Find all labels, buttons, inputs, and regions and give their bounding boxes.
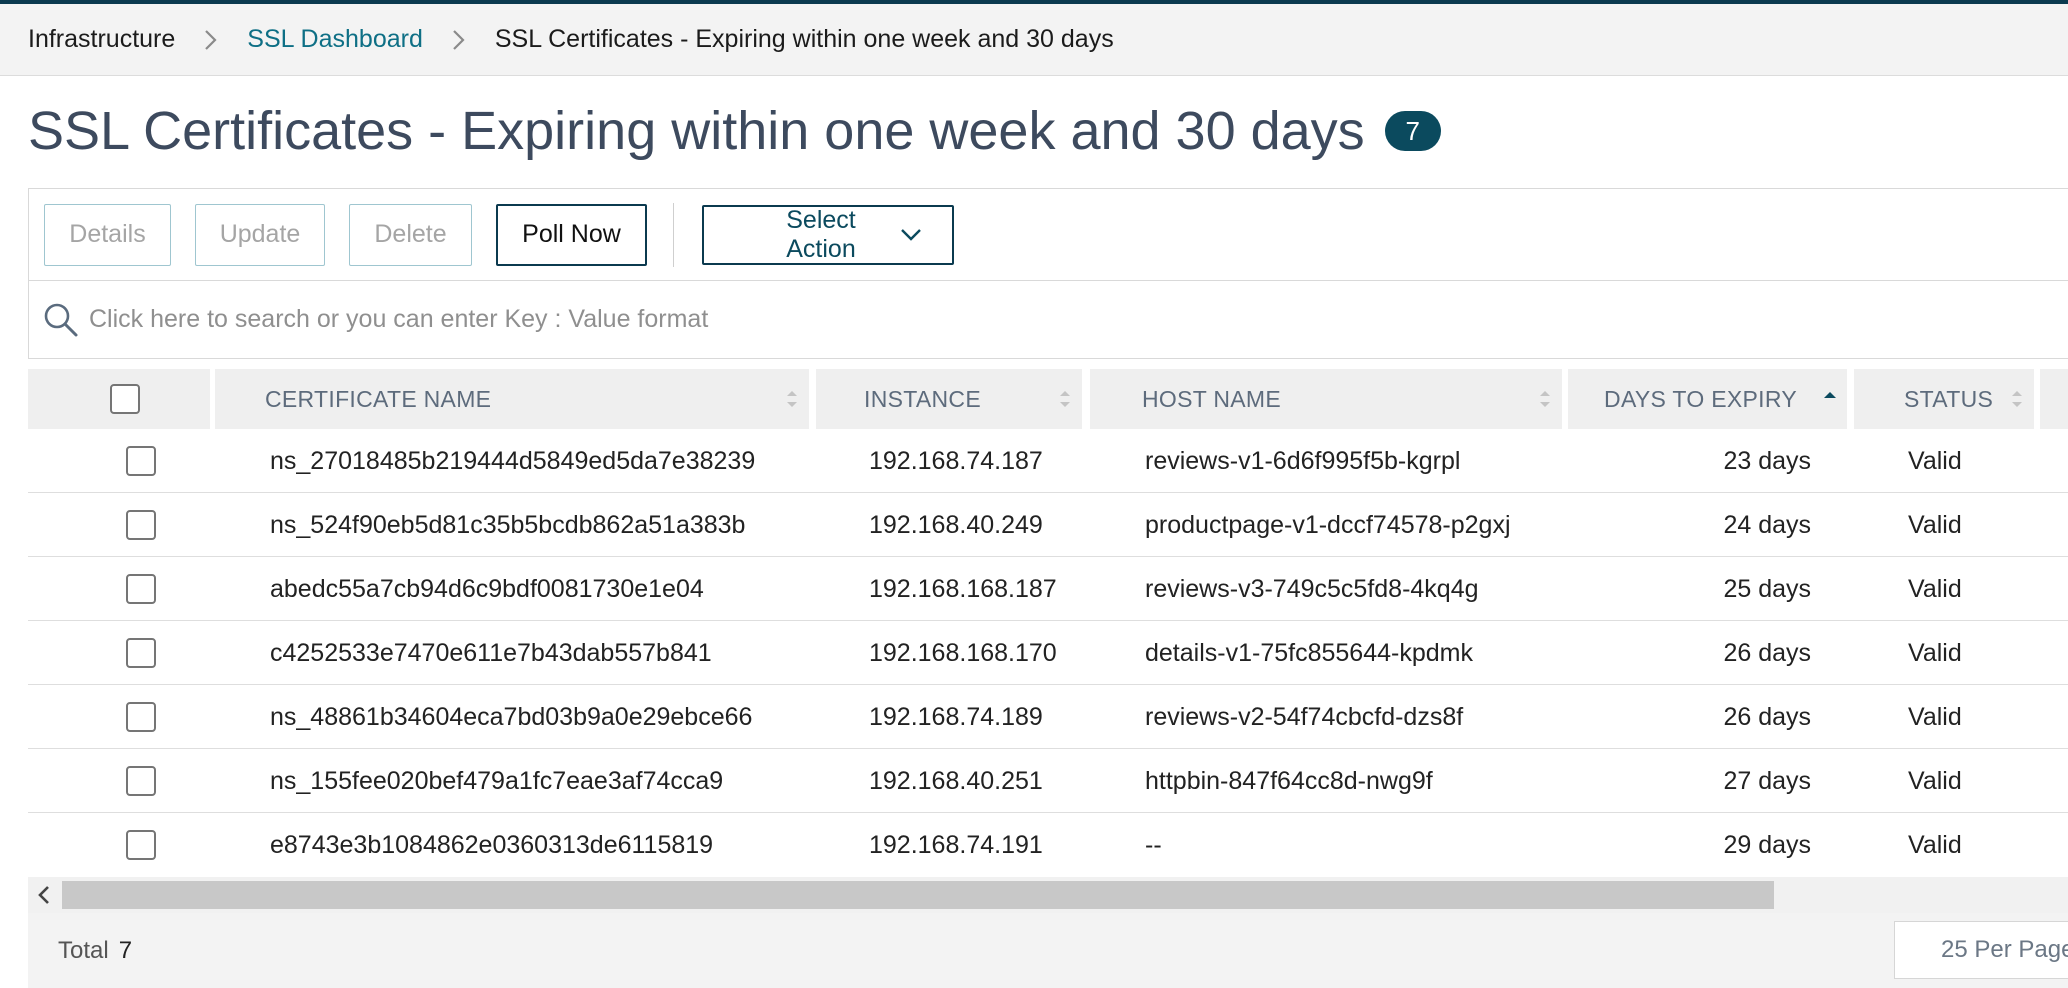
cell-days-to-expiry: 24 days xyxy=(1723,510,1811,539)
cell-instance: 192.168.40.249 xyxy=(869,510,1043,539)
toolbar: Details Update Delete Poll Now Select Ac… xyxy=(28,188,2068,281)
cell-status: Valid xyxy=(1908,766,1962,795)
col-header-host-name[interactable]: HOST NAME xyxy=(1090,369,1562,429)
breadcrumb-infrastructure[interactable]: Infrastructure xyxy=(28,25,175,54)
col-label-instance: INSTANCE xyxy=(864,385,981,412)
page-title-row: SSL Certificates - Expiring within one w… xyxy=(28,96,1441,166)
chevron-right-icon xyxy=(445,26,473,54)
row-checkbox[interactable] xyxy=(126,638,156,668)
horizontal-scrollbar[interactable] xyxy=(28,877,2068,913)
cell-status: Valid xyxy=(1908,830,1962,859)
breadcrumb-ssl-dashboard[interactable]: SSL Dashboard xyxy=(247,25,423,54)
sort-ascending-icon xyxy=(1823,387,1837,411)
cell-instance: 192.168.74.189 xyxy=(869,702,1043,731)
details-button[interactable]: Details xyxy=(44,203,171,266)
col-header-days-to-expiry[interactable]: DAYS TO EXPIRY xyxy=(1568,369,1847,429)
scroll-left-icon[interactable] xyxy=(28,877,60,913)
count-badge: 7 xyxy=(1384,111,1441,151)
cell-certificate-name: ns_155fee020bef479a1fc7eae3af74cca9 xyxy=(270,766,724,795)
cell-days-to-expiry: 27 days xyxy=(1723,766,1811,795)
table-header: CERTIFICATE NAME INSTANCE HOST NAME DAYS… xyxy=(28,369,2068,429)
cell-certificate-name: ns_48861b34604eca7bd03b9a0e29ebce66 xyxy=(270,702,753,731)
chevron-right-icon xyxy=(197,26,225,54)
table-row[interactable]: e8743e3b1084862e0360313de6115819 192.168… xyxy=(28,813,2068,877)
col-label-host-name: HOST NAME xyxy=(1142,385,1282,412)
select-action-dropdown[interactable]: Select Action xyxy=(702,204,954,265)
cell-host-name: details-v1-75fc855644-kpdmk xyxy=(1145,638,1473,667)
sort-icon xyxy=(2010,387,2024,411)
scrollbar-thumb[interactable] xyxy=(62,881,1774,909)
cell-certificate-name: ns_524f90eb5d81c35b5bcdb862a51a383b xyxy=(270,510,746,539)
cell-status: Valid xyxy=(1908,702,1962,731)
select-all-header xyxy=(28,369,210,429)
chevron-down-icon xyxy=(900,228,922,242)
sort-icon xyxy=(785,387,799,411)
cell-instance: 192.168.40.251 xyxy=(869,766,1043,795)
cell-status: Valid xyxy=(1908,446,1962,475)
cell-host-name: reviews-v3-749c5c5fd8-4kq4g xyxy=(1145,574,1479,603)
cell-status: Valid xyxy=(1908,510,1962,539)
update-button[interactable]: Update xyxy=(195,203,325,266)
certificates-table: CERTIFICATE NAME INSTANCE HOST NAME DAYS… xyxy=(28,369,2068,877)
cell-instance: 192.168.74.191 xyxy=(869,830,1043,859)
cell-host-name: productpage-v1-dccf74578-p2gxj xyxy=(1145,510,1511,539)
select-action-label: Select Action xyxy=(786,205,856,263)
sort-icon xyxy=(1058,387,1072,411)
cell-instance: 192.168.168.170 xyxy=(869,638,1057,667)
cell-host-name: httpbin-847f64cc8d-nwg9f xyxy=(1145,766,1433,795)
col-header-instance[interactable]: INSTANCE xyxy=(816,369,1082,429)
search-icon xyxy=(43,302,79,338)
cell-days-to-expiry: 29 days xyxy=(1723,830,1811,859)
search-input[interactable] xyxy=(89,299,1989,340)
cell-certificate-name: ns_27018485b219444d5849ed5da7e38239 xyxy=(270,446,756,475)
table-body: ns_27018485b219444d5849ed5da7e38239 192.… xyxy=(28,429,2068,877)
page-title: SSL Certificates - Expiring within one w… xyxy=(28,101,1365,161)
col-label-status: STATUS xyxy=(1904,385,1994,412)
breadcrumb: Infrastructure SSL Dashboard SSL Certifi… xyxy=(0,4,2068,76)
table-footer: Total 7 25 Per Page xyxy=(28,913,2068,988)
cell-instance: 192.168.168.187 xyxy=(869,574,1057,603)
search-bar xyxy=(28,280,2068,359)
total-label: Total xyxy=(58,936,109,964)
row-checkbox[interactable] xyxy=(126,446,156,476)
poll-now-button[interactable]: Poll Now xyxy=(496,203,647,266)
col-header-overflow xyxy=(2040,369,2068,429)
breadcrumb-current: SSL Certificates - Expiring within one w… xyxy=(494,25,1114,53)
cell-days-to-expiry: 23 days xyxy=(1723,446,1811,475)
cell-days-to-expiry: 26 days xyxy=(1723,638,1811,667)
table-row[interactable]: abedc55a7cb94d6c9bdf0081730e1e04 192.168… xyxy=(28,557,2068,621)
table-row[interactable]: c4252533e7470e611e7b43dab557b841 192.168… xyxy=(28,621,2068,685)
col-label-days-to-expiry: DAYS TO EXPIRY xyxy=(1604,385,1797,412)
total-value: 7 xyxy=(118,936,133,964)
col-label-certificate-name: CERTIFICATE NAME xyxy=(265,385,492,412)
cell-status: Valid xyxy=(1908,574,1962,603)
sort-icon xyxy=(1538,387,1552,411)
cell-certificate-name: e8743e3b1084862e0360313de6115819 xyxy=(270,830,714,859)
row-checkbox[interactable] xyxy=(126,766,156,796)
cell-certificate-name: c4252533e7470e611e7b43dab557b841 xyxy=(270,638,712,667)
cell-host-name: reviews-v2-54f74cbcfd-dzs8f xyxy=(1145,702,1464,731)
col-header-status[interactable]: STATUS xyxy=(1854,369,2034,429)
row-checkbox[interactable] xyxy=(126,702,156,732)
toolbar-divider xyxy=(673,202,674,267)
cell-instance: 192.168.74.187 xyxy=(869,446,1043,475)
per-page-dropdown[interactable]: 25 Per Page xyxy=(1894,921,2068,979)
select-all-checkbox[interactable] xyxy=(110,384,140,414)
table-row[interactable]: ns_524f90eb5d81c35b5bcdb862a51a383b 192.… xyxy=(28,493,2068,557)
cell-certificate-name: abedc55a7cb94d6c9bdf0081730e1e04 xyxy=(270,574,704,603)
row-checkbox[interactable] xyxy=(126,510,156,540)
row-checkbox[interactable] xyxy=(126,574,156,604)
cell-status: Valid xyxy=(1908,638,1962,667)
table-row[interactable]: ns_155fee020bef479a1fc7eae3af74cca9 192.… xyxy=(28,749,2068,813)
row-checkbox[interactable] xyxy=(126,830,156,860)
cell-days-to-expiry: 25 days xyxy=(1723,574,1811,603)
delete-button[interactable]: Delete xyxy=(349,203,472,266)
table-row[interactable]: ns_27018485b219444d5849ed5da7e38239 192.… xyxy=(28,429,2068,493)
cell-host-name: reviews-v1-6d6f995f5b-kgrpl xyxy=(1145,446,1461,475)
cell-host-name: -- xyxy=(1145,830,1162,859)
total-count: Total 7 xyxy=(58,913,132,988)
cell-days-to-expiry: 26 days xyxy=(1723,702,1811,731)
table-row[interactable]: ns_48861b34604eca7bd03b9a0e29ebce66 192.… xyxy=(28,685,2068,749)
col-header-certificate-name[interactable]: CERTIFICATE NAME xyxy=(215,369,809,429)
